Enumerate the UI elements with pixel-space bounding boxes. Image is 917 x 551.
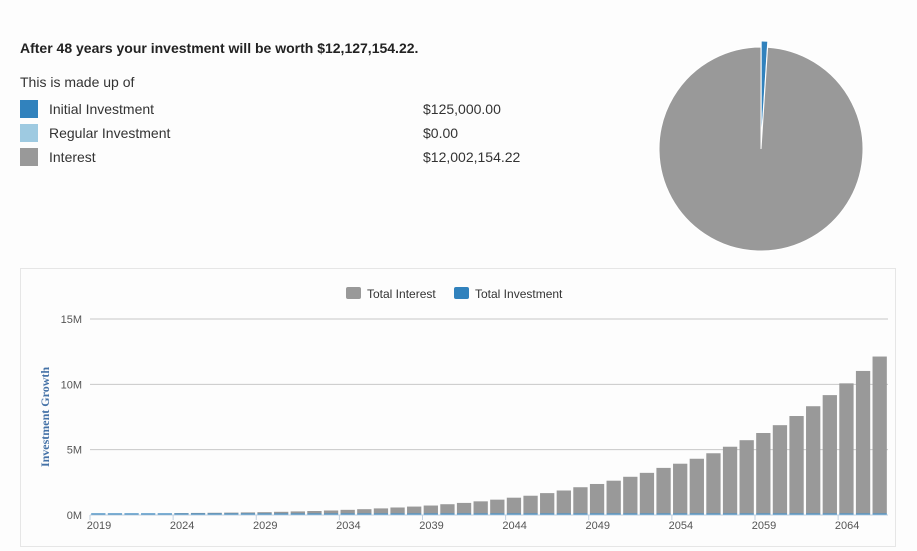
breakdown-amount: $125,000.00 [423,101,501,117]
breakdown-amount: $12,002,154.22 [423,149,521,165]
bar-total-interest[interactable] [556,490,571,514]
y-tick-label: 10M [61,379,82,391]
breakdown-amount: $0.00 [423,125,459,141]
bar-total-interest[interactable] [706,453,721,514]
regular-investment-swatch [20,124,38,142]
investment-growth-chart-panel: Total Interest Total Investment Investme… [20,268,896,547]
y-tick-label: 0M [67,510,82,522]
breakdown-row-initial: Initial Investment $125,000.00 [20,97,580,121]
legend-swatch-total-investment [454,287,469,299]
bar-total-interest[interactable] [323,510,339,514]
bar-total-interest[interactable] [756,433,771,514]
bar-total-interest[interactable] [240,512,256,514]
breakdown-pie-chart[interactable] [655,36,867,258]
bar-total-interest[interactable] [772,425,788,514]
y-axis-ticks: 0M 5M 10M 15M [61,314,82,522]
x-tick-label: 2039 [419,520,443,532]
bar-total-interest[interactable] [872,356,887,514]
bar-total-interest[interactable] [589,483,605,514]
initial-investment-swatch [20,100,38,118]
y-axis-title: Investment Growth [38,367,52,467]
bar-total-interest[interactable] [224,512,239,514]
bar-total-interest[interactable] [274,511,289,514]
breakdown-label: Regular Investment [49,125,171,141]
bar-total-interest[interactable] [789,416,804,514]
x-tick-label: 2064 [835,520,859,532]
bar-total-interest[interactable] [307,511,322,514]
y-tick-label: 15M [61,314,82,326]
investment-summary: After 48 years your investment will be w… [20,38,580,169]
bar-total-interest[interactable] [440,504,455,514]
bar-total-interest[interactable] [357,509,372,514]
investment-growth-chart[interactable]: Total Interest Total Investment Investme… [21,269,895,546]
bar-total-interest[interactable] [506,497,522,514]
breakdown-label: Initial Investment [49,101,155,117]
bar-total-interest[interactable] [739,440,754,514]
bar-total-interest[interactable] [839,383,854,514]
pie-slice-interest[interactable] [658,46,864,252]
chart-legend: Total Interest Total Investment [346,287,563,301]
bar-total-interest[interactable] [257,512,272,514]
bar-total-interest[interactable] [689,458,704,514]
bar-total-interest[interactable] [722,446,738,514]
breakdown-row-interest: Interest $12,002,154.22 [20,145,580,169]
bar-total-interest[interactable] [407,506,422,514]
bar-total-interest[interactable] [423,505,438,514]
bar-total-interest[interactable] [290,511,305,514]
x-tick-label: 2054 [669,520,693,532]
bar-total-interest[interactable] [806,406,821,514]
bar-total-interest[interactable] [456,502,472,514]
y-tick-label: 5M [67,445,82,457]
bar-total-interest[interactable] [639,472,655,514]
legend-swatch-total-interest [346,287,361,299]
x-tick-label: 2059 [752,520,776,532]
bar-total-interest[interactable] [473,501,488,514]
bar-total-interest[interactable] [855,370,871,514]
bar-total-interest[interactable] [207,512,222,514]
bar-total-interest[interactable] [822,395,837,514]
bar-total-interest[interactable] [340,509,355,514]
bar-total-interest[interactable] [390,507,405,514]
legend-label-total-investment: Total Investment [475,287,563,301]
chart-bars [91,356,887,515]
bar-total-interest[interactable] [523,495,538,514]
interest-swatch [20,148,38,166]
x-axis-ticks: 2019 2024 2029 2034 2039 2044 2049 2054 2059 2064 [87,514,888,532]
x-tick-label: 2019 [87,520,111,532]
bar-total-interest[interactable] [673,463,688,514]
made-up-of-label: This is made up of [20,74,135,90]
result-headline: After 48 years your investment will be w… [20,40,419,56]
x-tick-label: 2029 [253,520,277,532]
x-tick-label: 2044 [502,520,526,532]
bar-total-interest[interactable] [656,467,671,514]
bar-total-interest[interactable] [606,480,621,514]
legend-item-total-interest[interactable]: Total Interest [346,287,436,301]
bar-total-interest[interactable] [373,508,389,514]
bar-total-interest[interactable] [623,476,638,514]
legend-label-total-interest: Total Interest [367,287,436,301]
bar-total-interest[interactable] [490,499,505,514]
bar-total-interest[interactable] [573,487,588,514]
breakdown-row-regular: Regular Investment $0.00 [20,121,580,145]
legend-item-total-investment[interactable]: Total Investment [454,287,563,301]
x-tick-label: 2034 [336,520,360,532]
breakdown-label: Interest [49,149,96,165]
x-tick-label: 2049 [586,520,610,532]
bar-total-interest[interactable] [540,493,555,514]
x-tick-label: 2024 [170,520,194,532]
